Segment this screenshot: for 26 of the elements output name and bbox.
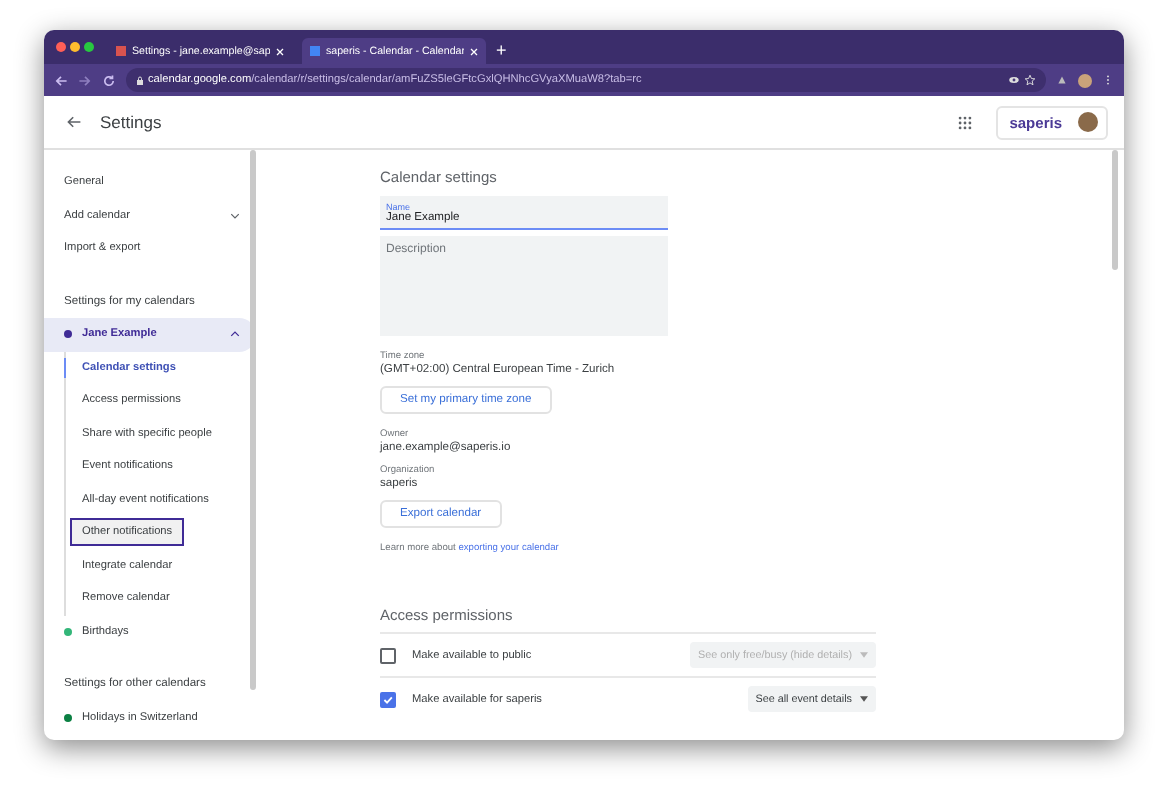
page-title: Settings — [100, 112, 162, 132]
forward-icon[interactable] — [78, 73, 92, 87]
reload-icon[interactable] — [102, 73, 116, 87]
profile-avatar[interactable] — [1078, 73, 1092, 87]
eye-icon[interactable] — [1008, 74, 1020, 86]
caret-icon — [860, 652, 868, 658]
lock-icon — [136, 75, 144, 85]
back-arrow-icon[interactable] — [66, 114, 82, 130]
chevron-down-icon — [230, 211, 240, 220]
maximize-light-icon[interactable] — [84, 42, 94, 52]
checkbox[interactable] — [380, 691, 396, 707]
apps-grid-icon[interactable] — [957, 115, 972, 129]
close-light-icon[interactable] — [56, 42, 66, 52]
caret-icon — [860, 696, 868, 702]
scrollbar[interactable] — [1112, 150, 1118, 270]
avatar-icon — [1078, 112, 1098, 132]
back-icon[interactable] — [54, 73, 68, 87]
favicon-icon — [116, 46, 126, 56]
scrollbar[interactable] — [250, 150, 256, 690]
new-tab-button[interactable]: + — [496, 40, 507, 60]
close-icon[interactable] — [470, 47, 478, 55]
star-icon[interactable] — [1024, 74, 1036, 86]
close-icon[interactable] — [276, 47, 284, 55]
chevron-up-icon — [230, 330, 240, 339]
favicon-icon — [310, 46, 320, 56]
minimize-light-icon[interactable] — [70, 42, 80, 52]
